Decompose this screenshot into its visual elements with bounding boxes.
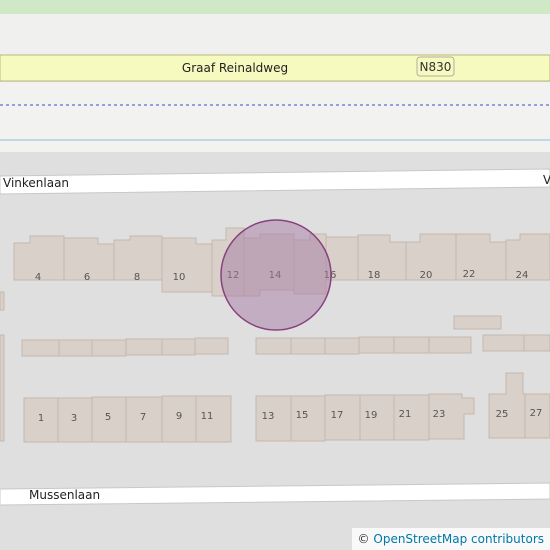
house-number: 15	[296, 410, 309, 421]
house-number: 7	[140, 412, 146, 423]
street-vinkenlaan[interactable]	[0, 168, 550, 195]
house-number: 23	[433, 409, 446, 420]
route-shield-label: N830	[420, 60, 452, 74]
house-number: 20	[420, 270, 433, 281]
map-canvas[interactable]: 4 6 8 10 12 14 16 18 20 22 24 1 3 5 7 9 …	[0, 0, 550, 550]
building	[357, 234, 407, 281]
road-label-vinkenlaan-cut: V	[543, 173, 550, 187]
house-number: 17	[331, 410, 344, 421]
house-number: 19	[365, 410, 378, 421]
house-number: 24	[516, 270, 529, 281]
house-number: 27	[530, 408, 543, 419]
house-number: 8	[134, 272, 140, 283]
map-attribution: © OpenStreetMap contributors	[351, 528, 550, 550]
attribution-link[interactable]: OpenStreetMap contributors	[373, 532, 544, 546]
building	[161, 237, 213, 293]
road-label-mussenlaan: Mussenlaan	[29, 488, 100, 502]
house-number: 10	[173, 272, 186, 283]
house-number: 4	[35, 272, 41, 283]
house-number: 3	[71, 413, 77, 424]
house-number: 13	[262, 411, 275, 422]
road-verge	[0, 82, 550, 152]
house-number: 5	[105, 412, 111, 423]
house-number: 11	[201, 411, 214, 422]
house-number: 25	[496, 409, 509, 420]
house-number: 1	[38, 413, 44, 424]
house-number: 6	[84, 272, 90, 283]
house-number: 9	[176, 411, 182, 422]
park-area	[0, 0, 550, 14]
land-area-top	[0, 14, 550, 56]
road-label-vinkenlaan: Vinkenlaan	[3, 176, 69, 190]
location-marker-circle[interactable]	[220, 219, 332, 331]
house-number: 21	[399, 409, 412, 420]
house-number: 18	[368, 270, 381, 281]
copyright-symbol: ©	[357, 532, 370, 546]
road-label-main: Graaf Reinaldweg	[182, 61, 288, 75]
house-number: 22	[463, 269, 476, 280]
